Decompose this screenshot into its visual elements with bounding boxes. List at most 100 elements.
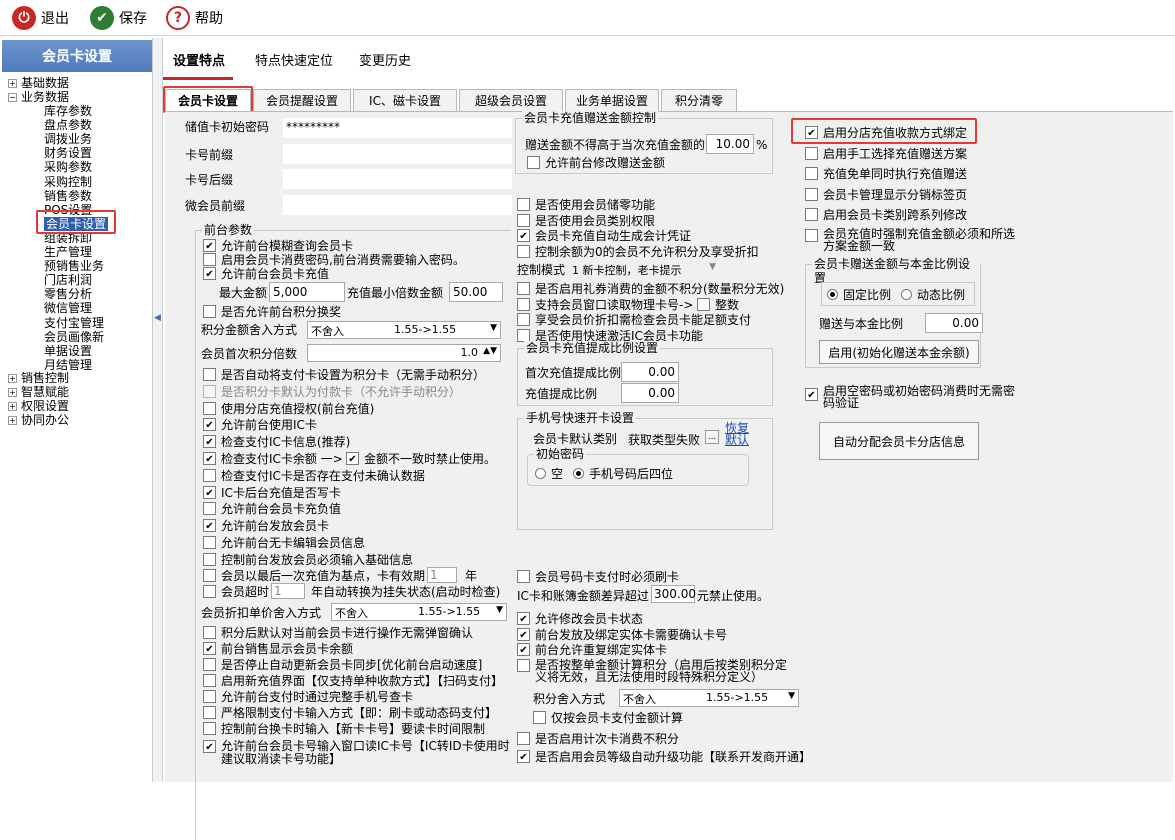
auto-upgrade-checkbox[interactable] — [517, 750, 530, 763]
option-11-checkbox[interactable] — [203, 552, 216, 566]
option2-1-checkbox[interactable] — [203, 642, 216, 655]
option2-2-checkbox[interactable] — [203, 658, 216, 671]
option-5-checkbox[interactable] — [203, 452, 216, 465]
auto-assign-button[interactable]: 自动分配会员卡分店信息 — [819, 422, 979, 460]
sidebar-item[interactable]: 单据设置 — [44, 344, 92, 358]
splitter[interactable]: ◀ — [153, 38, 163, 782]
tree-node[interactable]: + 基础数据 — [8, 76, 69, 90]
help-button[interactable]: ? 帮助 — [166, 5, 223, 31]
force-amount-checkbox[interactable] — [805, 229, 818, 242]
option-0-checkbox[interactable] — [203, 368, 216, 381]
overtime-years-input[interactable]: 1 — [271, 583, 305, 599]
sidebar-item[interactable]: 预销售业务 — [44, 259, 104, 273]
card-pay-swipe-checkbox[interactable] — [517, 570, 530, 583]
round2-select[interactable]: 不舍入 1.55->1.55 ▼ — [619, 689, 799, 707]
fixed-ratio-radio[interactable] — [827, 289, 838, 300]
overtime-checkbox[interactable] — [203, 585, 216, 598]
recharge-checkbox[interactable] — [203, 267, 216, 280]
allow-edit-gift-checkbox[interactable] — [527, 156, 540, 169]
sidebar-item[interactable]: 销售参数 — [44, 189, 92, 203]
diff-input[interactable]: 300.00 — [651, 585, 696, 603]
tab-quick-locate[interactable]: 特点快速定位 — [255, 50, 333, 69]
card-suffix-input[interactable] — [283, 169, 512, 189]
validity-years-input[interactable]: 1 — [427, 567, 457, 583]
c3-opt-1-checkbox[interactable] — [805, 146, 818, 160]
only-card-pay-checkbox[interactable] — [533, 711, 546, 724]
option2-3-checkbox[interactable] — [203, 674, 216, 687]
fuzzy-query-checkbox[interactable] — [203, 239, 216, 252]
c2-opt-1-checkbox[interactable] — [517, 213, 530, 227]
tab-history[interactable]: 变更历史 — [359, 50, 411, 69]
pwd-empty-radio[interactable] — [535, 468, 546, 479]
tree-node[interactable]: + 协同办公 — [8, 413, 69, 427]
option-3-checkbox[interactable] — [203, 418, 216, 432]
min-mult-input[interactable]: 50.00 — [449, 282, 503, 302]
gift-limit-input[interactable]: 10.00 — [706, 134, 754, 154]
option-7-checkbox[interactable] — [203, 485, 216, 499]
first-ratio-input[interactable]: 0.00 — [621, 362, 679, 382]
option-10-checkbox[interactable] — [203, 536, 216, 549]
ic-read-checkbox[interactable] — [203, 740, 216, 753]
collapse-arrow-icon[interactable]: ◀ — [154, 313, 161, 323]
card-prefix-input[interactable] — [283, 144, 512, 164]
control-mode-select[interactable]: 1 新卡控制，老卡提示 ▼ — [569, 261, 719, 279]
c2-opt3-2-checkbox[interactable] — [517, 643, 530, 656]
sidebar-item[interactable]: 盘点参数 — [44, 118, 92, 132]
option-8-checkbox[interactable] — [203, 502, 216, 516]
sidebar-item[interactable]: 调拨业务 — [44, 132, 92, 146]
option2-0-checkbox[interactable] — [203, 626, 216, 639]
sidebar-item[interactable]: 会员画像新 — [44, 330, 104, 344]
c2-opt2-0-checkbox[interactable] — [517, 282, 530, 295]
sidebar-item[interactable]: 采购参数 — [44, 160, 92, 174]
c3-opt-4-checkbox[interactable] — [805, 208, 818, 221]
pwd-phone-radio[interactable] — [573, 468, 584, 479]
mismatch-forbid-checkbox[interactable] — [346, 452, 359, 465]
exit-button[interactable]: ⏻ 退出 — [12, 5, 69, 31]
points-round-select[interactable]: 不舍入 1.55->1.55 ▼ — [307, 321, 501, 339]
subtab-ic-card[interactable]: IC、磁卡设置 — [353, 89, 457, 111]
initial-password-input[interactable]: ********* — [283, 118, 512, 138]
tab-features[interactable]: 设置特点 — [173, 50, 225, 69]
empty-pwd-verify-checkbox[interactable] — [805, 388, 818, 401]
option-4-checkbox[interactable] — [203, 435, 216, 449]
wx-prefix-input[interactable] — [283, 195, 512, 215]
gift-ratio-input[interactable]: 0.00 — [925, 313, 983, 333]
save-button[interactable]: ✔ 保存 — [90, 5, 147, 31]
c2-opt-3-checkbox[interactable] — [517, 244, 530, 258]
c3-opt-2-checkbox[interactable] — [805, 167, 818, 180]
c2-opt3-0-checkbox[interactable] — [517, 612, 530, 625]
sidebar-item[interactable]: 支付宝管理 — [44, 316, 104, 330]
last-recharge-checkbox[interactable] — [203, 569, 216, 582]
whole-order-points-checkbox[interactable] — [517, 659, 530, 672]
c2-opt2-3-checkbox[interactable] — [517, 328, 530, 342]
option-2-checkbox[interactable] — [203, 401, 216, 415]
dynamic-ratio-radio[interactable] — [901, 289, 912, 300]
tree-node[interactable]: − 业务数据 — [8, 90, 69, 104]
option-1-checkbox[interactable] — [203, 384, 216, 398]
tree-node[interactable]: + 智慧赋能 — [8, 385, 69, 399]
option2-4-checkbox[interactable] — [203, 690, 216, 703]
count-card-checkbox[interactable] — [517, 732, 530, 745]
discount-round-select[interactable]: 不舍入 1.55->1.55 ▼ — [331, 603, 507, 621]
sidebar-item[interactable]: 零售分析 — [44, 287, 92, 301]
tree-node[interactable]: + 销售控制 — [8, 371, 69, 385]
subtab-reminder[interactable]: 会员提醒设置 — [253, 89, 351, 111]
consume-password-checkbox[interactable] — [203, 253, 216, 266]
first-mult-spinner[interactable]: 1.0 ▲▼ — [307, 344, 501, 362]
points-exchange-checkbox[interactable] — [203, 305, 216, 318]
sidebar-item[interactable]: 财务设置 — [44, 146, 92, 160]
restore-default-link[interactable]: 恢复默认 — [725, 422, 755, 446]
subtab-points-clear[interactable]: 积分清零 — [661, 89, 737, 111]
max-amount-input[interactable]: 5,000 — [269, 282, 345, 302]
subtab-super-member[interactable]: 超级会员设置 — [459, 89, 563, 111]
option2-6-checkbox[interactable] — [203, 722, 216, 735]
option2-5-checkbox[interactable] — [203, 706, 216, 719]
ratio-input[interactable]: 0.00 — [621, 383, 679, 403]
sidebar-item[interactable]: 微信管理 — [44, 301, 92, 315]
sidebar-item[interactable]: 门店利润 — [44, 273, 92, 287]
c2-opt3-1-checkbox[interactable] — [517, 627, 530, 641]
c2-opt2-1-checkbox[interactable] — [517, 297, 530, 311]
c2-opt-2-checkbox[interactable] — [517, 229, 530, 242]
browse-button[interactable]: ... — [705, 430, 719, 444]
c2-opt2-2-checkbox[interactable] — [517, 313, 530, 326]
